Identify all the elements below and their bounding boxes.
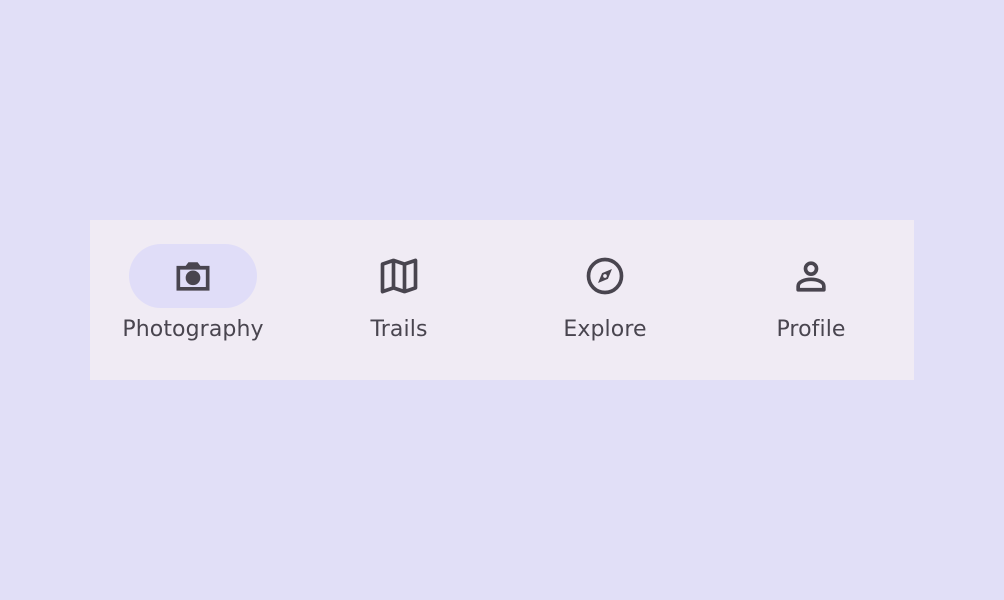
nav-item-explore[interactable]: Explore xyxy=(502,220,708,380)
indicator-area[interactable] xyxy=(335,244,463,308)
indicator-area[interactable] xyxy=(541,244,669,308)
map-icon xyxy=(377,254,421,298)
nav-item-label: Profile xyxy=(776,317,846,342)
camera-icon xyxy=(171,254,215,298)
active-indicator[interactable] xyxy=(129,244,257,308)
indicator-area[interactable] xyxy=(747,244,875,308)
nav-item-label: Trails xyxy=(370,317,428,342)
nav-item-profile[interactable]: Profile xyxy=(708,220,914,380)
navigation-bar: Photography Trails Explore Profile xyxy=(90,220,914,380)
compass-icon xyxy=(583,254,627,298)
person-icon xyxy=(789,254,833,298)
nav-item-label: Photography xyxy=(122,317,264,342)
nav-item-photography[interactable]: Photography xyxy=(90,220,296,380)
nav-item-label: Explore xyxy=(563,317,647,342)
nav-item-trails[interactable]: Trails xyxy=(296,220,502,380)
